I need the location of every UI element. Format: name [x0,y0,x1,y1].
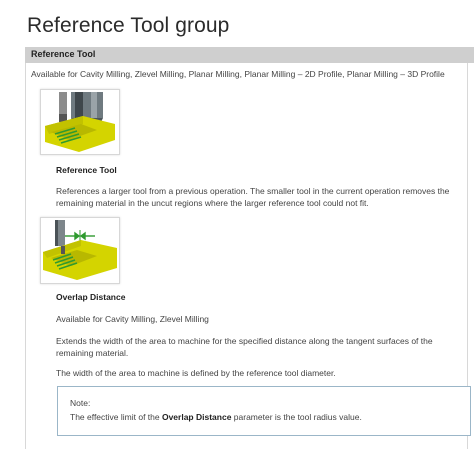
overlap-distance-illustration-icon [40,217,120,284]
note-text-end: parameter is the tool radius value. [231,412,362,422]
note-box: Note: The effective limit of the Overlap… [57,386,471,436]
reference-tool-description: References a larger tool from a previous… [56,186,450,208]
section-content: Available for Cavity Milling, Zlevel Mil… [25,63,471,449]
overlap-distance-availability: Available for Cavity Milling, Zlevel Mil… [56,314,209,324]
reference-tool-illustration-icon [40,89,120,155]
section-header-label: Reference Tool [31,49,96,59]
section-header: Reference Tool [25,47,474,63]
overlap-width-note: The width of the area to machine is defi… [56,368,336,378]
overlap-distance-heading: Overlap Distance [56,292,126,302]
note-text-bold: Overlap Distance [161,412,232,422]
availability-text: Available for Cavity Milling, Zlevel Mil… [31,69,445,79]
note-text-start: The effective limit of the [70,412,162,422]
note-text: The effective limit of the Overlap Dista… [70,412,362,422]
reference-tool-heading: Reference Tool [56,165,117,175]
overlap-distance-description: Extends the width of the area to machine… [56,336,433,358]
note-label: Note: [70,398,91,408]
page-title: Reference Tool group [27,14,230,37]
